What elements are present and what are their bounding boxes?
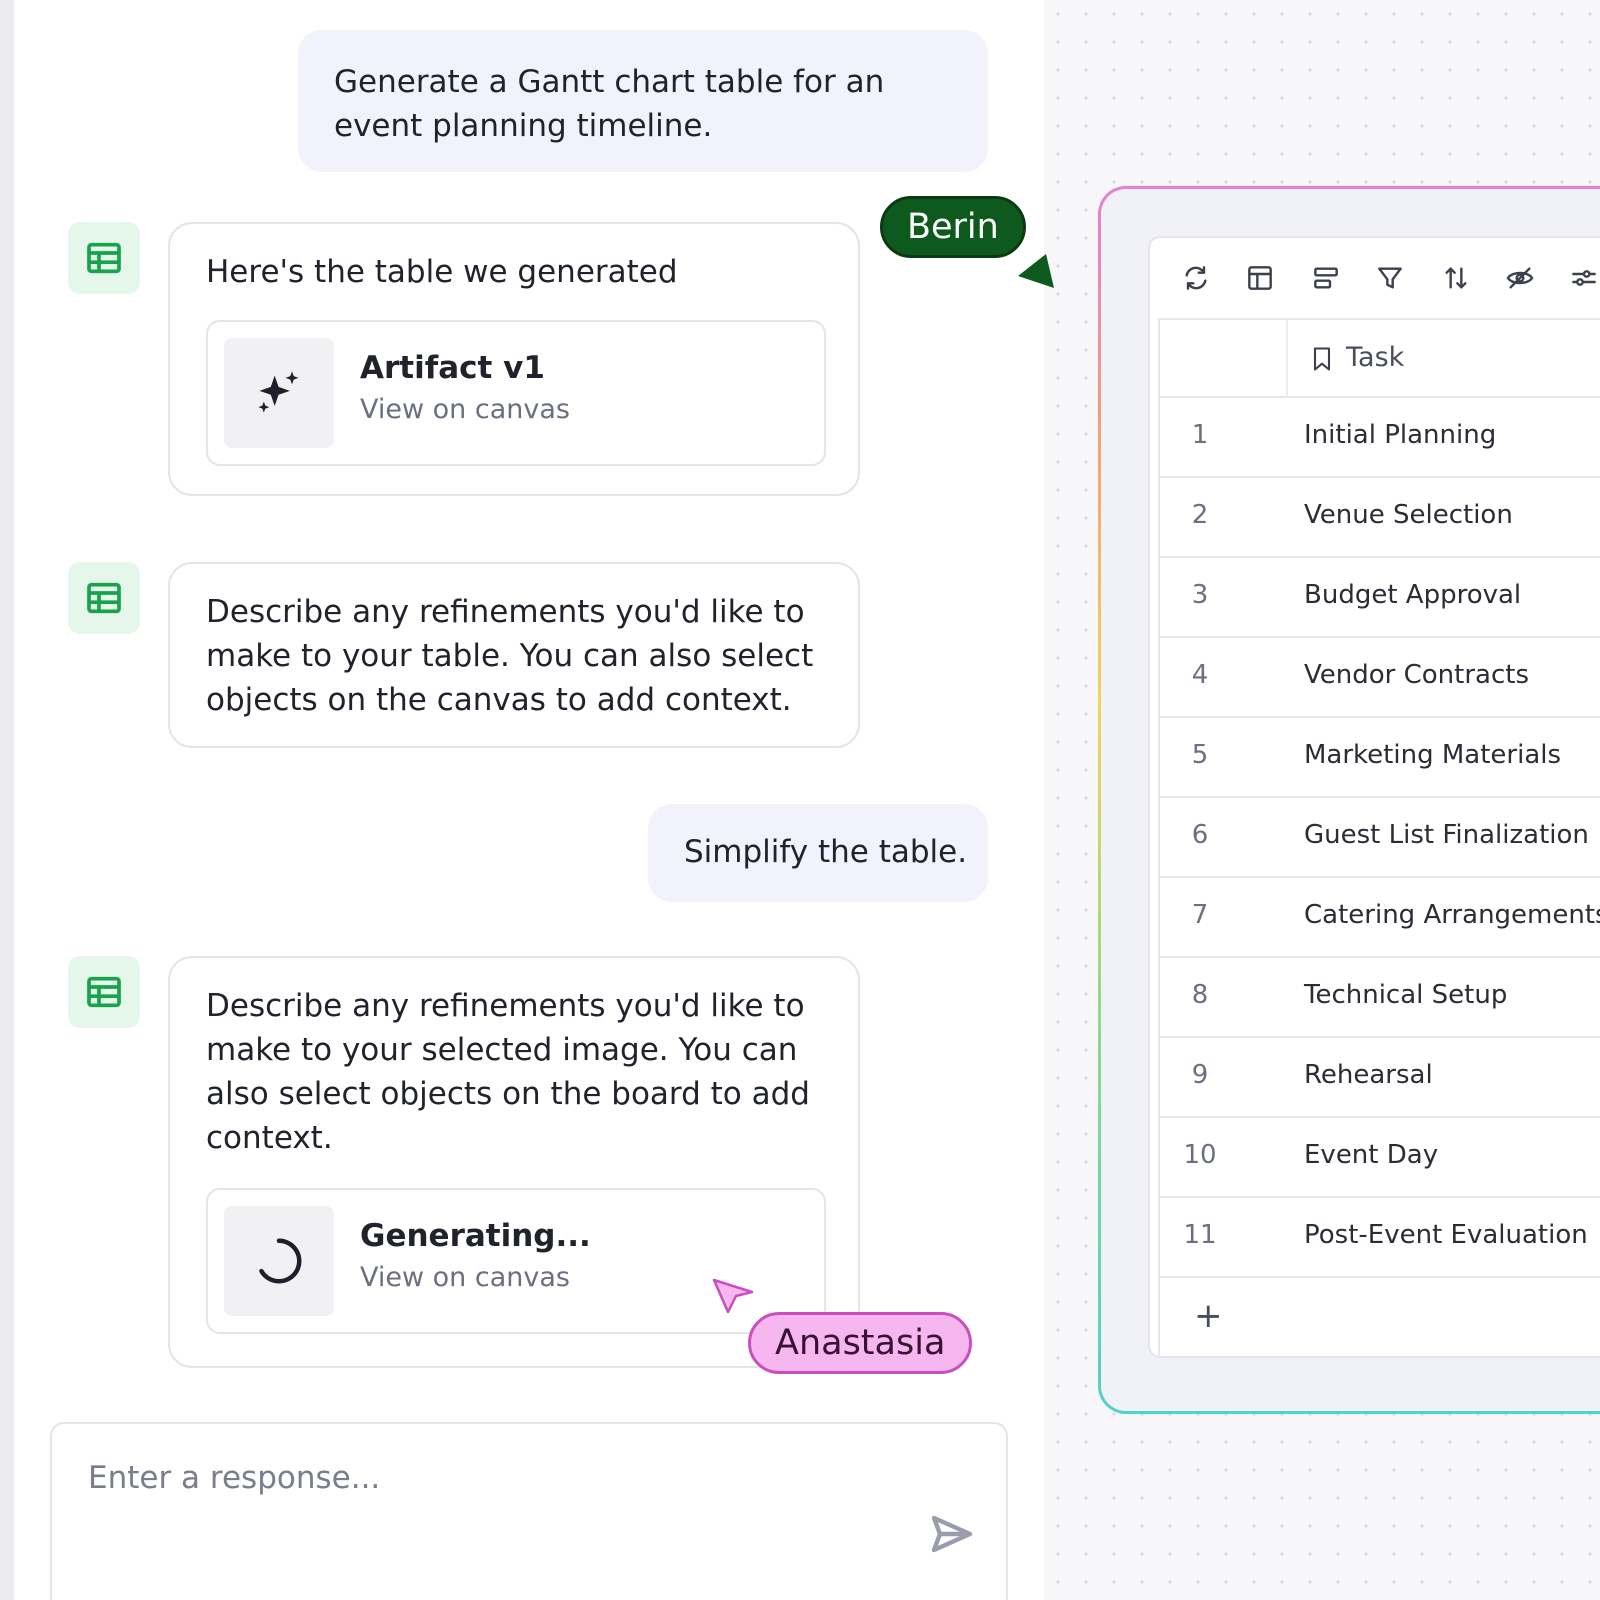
assistant-message-text: Here's the table we generated	[206, 254, 678, 290]
row-number: 3	[1191, 580, 1209, 610]
sparkle-icon	[258, 371, 299, 413]
hide-icon[interactable]	[1504, 262, 1536, 294]
table-icon	[87, 242, 121, 274]
task-cell[interactable]: Vendor Contracts	[1304, 660, 1529, 690]
table-icon	[87, 582, 121, 614]
filter-icon[interactable]	[1374, 262, 1406, 294]
response-input-placeholder: Enter a response...	[88, 1460, 381, 1496]
settings-icon[interactable]	[1568, 262, 1600, 294]
send-icon[interactable]	[928, 1510, 976, 1558]
user-message: Simplify the table.	[648, 804, 988, 902]
table-row[interactable]: 8 Technical Setup	[1158, 958, 1600, 1038]
add-row-button[interactable]: +	[1158, 1278, 1600, 1356]
task-cell[interactable]: Initial Planning	[1304, 420, 1496, 450]
response-input[interactable]: Enter a response...	[50, 1422, 1008, 1600]
artifact-thumbnail	[224, 1206, 334, 1316]
table-row[interactable]: 7 Catering Arrangements	[1158, 878, 1600, 958]
row-number: 5	[1191, 740, 1209, 770]
table-row[interactable]: 4 Vendor Contracts	[1158, 638, 1600, 718]
row-number: 4	[1191, 660, 1209, 690]
row-number: 10	[1183, 1140, 1217, 1170]
table-icon	[87, 976, 121, 1008]
task-cell[interactable]: Technical Setup	[1304, 980, 1507, 1010]
artifact-title: Generating...	[360, 1218, 591, 1254]
sort-icon[interactable]	[1440, 262, 1472, 294]
assistant-avatar	[68, 222, 140, 294]
cursor-icon	[712, 1278, 754, 1314]
table-toolbar	[1150, 238, 1600, 318]
assistant-message: Describe any refinements you'd like to m…	[168, 562, 860, 748]
artifact-thumbnail	[224, 338, 334, 448]
table-header-row: Task	[1158, 318, 1600, 398]
spinner-icon	[259, 1238, 302, 1284]
row-number: 11	[1183, 1220, 1217, 1250]
artifact-card[interactable]: Artifact v1 View on canvas	[206, 320, 826, 466]
assistant-avatar	[68, 562, 140, 634]
task-cell[interactable]: Catering Arrangements	[1304, 900, 1600, 930]
task-cell[interactable]: Post-Event Evaluation	[1304, 1220, 1588, 1250]
table-row[interactable]: 11 Post-Event Evaluation	[1158, 1198, 1600, 1278]
view-on-canvas-link[interactable]: View on canvas	[360, 394, 570, 425]
collaborator-tag-berin: Berin	[880, 196, 1026, 258]
align-icon[interactable]	[1310, 262, 1342, 294]
assistant-message-text: Describe any refinements you'd like to m…	[206, 988, 810, 1156]
assistant-avatar	[68, 956, 140, 1028]
table-row[interactable]: 3 Budget Approval	[1158, 558, 1600, 638]
layout-icon[interactable]	[1244, 262, 1276, 294]
task-cell[interactable]: Marketing Materials	[1304, 740, 1561, 770]
task-cell[interactable]: Rehearsal	[1304, 1060, 1433, 1090]
task-cell[interactable]: Event Day	[1304, 1140, 1438, 1170]
task-cell[interactable]: Venue Selection	[1304, 500, 1513, 530]
bookmark-icon	[1313, 347, 1331, 371]
plus-icon: +	[1194, 1296, 1223, 1336]
view-on-canvas-link[interactable]: View on canvas	[360, 1262, 570, 1293]
assistant-message-text: Describe any refinements you'd like to m…	[206, 594, 814, 718]
table-row[interactable]: 5 Marketing Materials	[1158, 718, 1600, 798]
user-message-text: Generate a Gantt chart table for an even…	[334, 64, 885, 144]
artifact-title: Artifact v1	[360, 350, 545, 386]
row-number: 7	[1191, 900, 1209, 930]
assistant-message: Describe any refinements you'd like to m…	[168, 956, 860, 1368]
task-cell[interactable]: Budget Approval	[1304, 580, 1521, 610]
refresh-icon[interactable]	[1180, 262, 1212, 294]
assistant-message: Here's the table we generated Artifact v…	[168, 222, 860, 496]
row-number: 9	[1191, 1060, 1209, 1090]
task-column-header[interactable]: Task	[1346, 342, 1404, 373]
table-row[interactable]: 6 Guest List Finalization	[1158, 798, 1600, 878]
cursor-icon	[1018, 254, 1054, 288]
row-number: 8	[1191, 980, 1209, 1010]
table-row[interactable]: 9 Rehearsal	[1158, 1038, 1600, 1118]
row-number: 6	[1191, 820, 1209, 850]
table-row[interactable]: 2 Venue Selection	[1158, 478, 1600, 558]
table-row[interactable]: 1 Initial Planning	[1158, 398, 1600, 478]
table-widget: Task 1 Initial Planning 2 Venue Selection …	[1148, 236, 1600, 1358]
user-message-text: Simplify the table.	[684, 834, 968, 870]
window-edge	[0, 0, 14, 1600]
table-row[interactable]: 10 Event Day	[1158, 1118, 1600, 1198]
collaborator-tag-anastasia: Anastasia	[748, 1312, 973, 1374]
user-message: Generate a Gantt chart table for an even…	[298, 30, 988, 172]
row-number: 1	[1191, 420, 1209, 450]
task-cell[interactable]: Guest List Finalization	[1304, 820, 1589, 850]
column-divider	[1286, 320, 1288, 398]
row-number: 2	[1191, 500, 1209, 530]
